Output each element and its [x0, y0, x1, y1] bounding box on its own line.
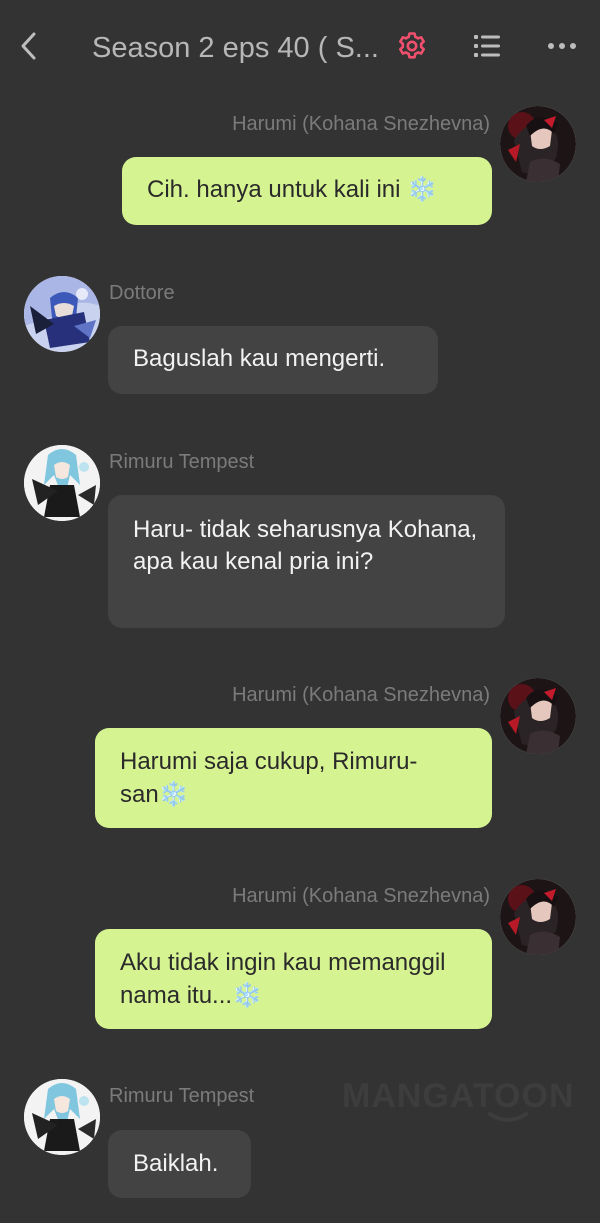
avatar-image: [500, 106, 576, 182]
message-text: Haru- tidak seharusnya Kohana, apa kau k…: [133, 516, 478, 575]
snowflake-emoji: ❄️: [232, 981, 262, 1009]
gear-icon: [399, 32, 425, 59]
message-bubble[interactable]: Haru- tidak seharusnya Kohana, apa kau k…: [108, 495, 505, 628]
mangatoon-watermark: MANGATOON: [340, 1074, 574, 1130]
sender-name: Rimuru Tempest: [109, 1085, 255, 1107]
avatar-image: [24, 276, 100, 352]
snowflake-emoji: ❄️: [407, 175, 438, 203]
avatar-image: [24, 1079, 100, 1155]
avatar-harumi[interactable]: [500, 106, 576, 182]
more-options-button[interactable]: [546, 36, 578, 56]
sender-name: Harumi (Kohana Snezhevna): [232, 684, 490, 706]
avatar-harumi[interactable]: [500, 879, 576, 955]
watermark-logo: MANGATOON: [342, 1077, 574, 1122]
top-bar: Season 2 eps 40 ( S...: [0, 0, 600, 92]
sender-name: Rimuru Tempest: [109, 451, 255, 473]
avatar-image: [24, 445, 100, 521]
settings-button[interactable]: [396, 30, 428, 62]
avatar-image: [500, 879, 576, 955]
message-bubble[interactable]: Baiklah.: [108, 1130, 251, 1198]
chevron-left-icon: [21, 32, 36, 60]
message-text: Baiklah.: [133, 1150, 219, 1177]
more-horizontal-icon: [548, 43, 576, 49]
sender-name: Dottore: [109, 282, 175, 304]
message-bubble[interactable]: Baguslah kau mengerti.: [108, 326, 438, 394]
avatar-image: [500, 678, 576, 754]
message-text: Aku tidak ingin kau memanggil nama itu..…: [120, 949, 446, 1009]
message-bubble[interactable]: Aku tidak ingin kau memanggil nama itu..…: [95, 929, 492, 1029]
message-text: Baguslah kau mengerti.: [133, 345, 386, 372]
episode-list-button[interactable]: [472, 32, 502, 60]
avatar-harumi[interactable]: [500, 678, 576, 754]
svg-text:MANGATOON: MANGATOON: [342, 1077, 572, 1115]
avatar-rimuru[interactable]: [24, 445, 100, 521]
message-bubble[interactable]: Harumi saja cukup, Rimuru-san❄️: [95, 728, 492, 828]
page-title: Season 2 eps 40 ( S...: [92, 32, 379, 64]
sender-name: Harumi (Kohana Snezhevna): [232, 885, 490, 907]
message-bubble[interactable]: Cih. hanya untuk kali ini ❄️: [122, 157, 492, 225]
snowflake-emoji: ❄️: [158, 780, 189, 808]
sender-name: Harumi (Kohana Snezhevna): [232, 113, 490, 135]
message-text: Cih. hanya untuk kali ini: [147, 176, 401, 203]
back-button[interactable]: [14, 28, 42, 64]
avatar-rimuru[interactable]: [24, 1079, 100, 1155]
avatar-dottore[interactable]: [24, 276, 100, 352]
list-icon: [474, 35, 500, 57]
